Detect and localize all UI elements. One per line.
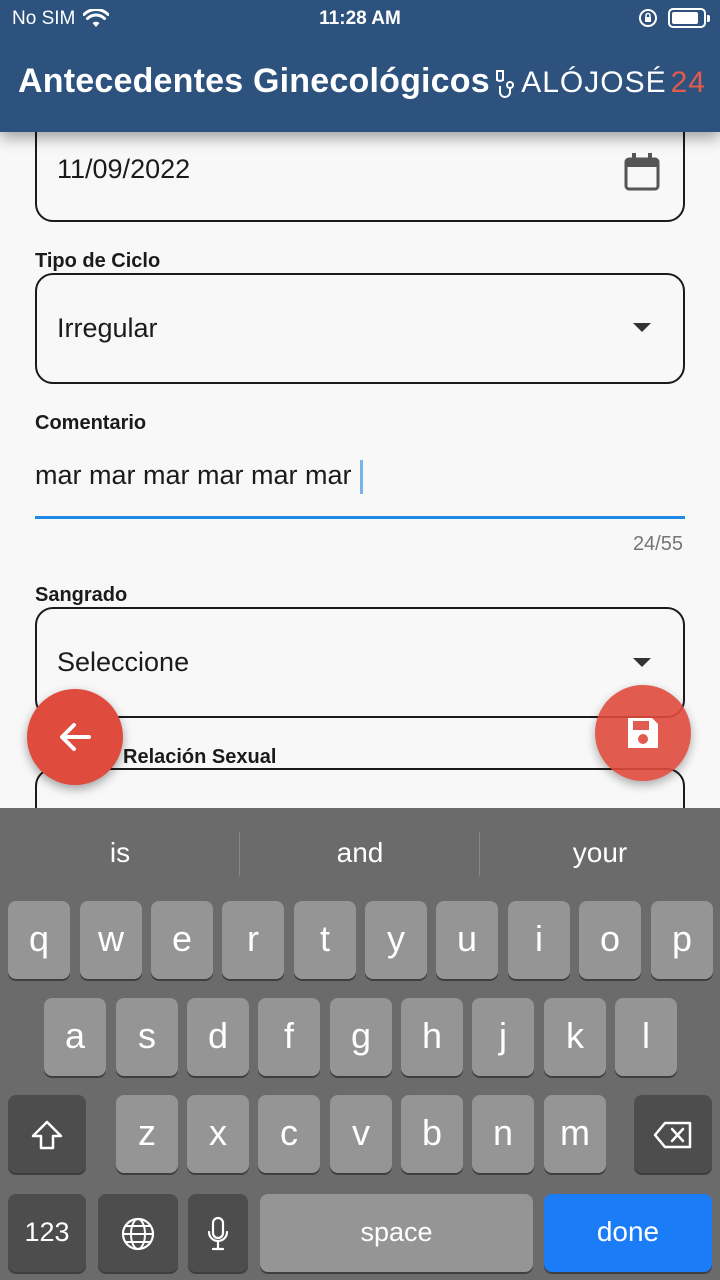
- status-time: 11:28 AM: [319, 8, 401, 29]
- text-cursor: [359, 460, 363, 494]
- key-i[interactable]: i: [508, 901, 570, 979]
- key-a[interactable]: a: [44, 998, 106, 1076]
- key-u[interactable]: u: [436, 901, 498, 979]
- app-screen: No SIM 11:28 AM Antecedentes Ginecológic…: [0, 0, 720, 1280]
- shift-icon: [31, 1121, 63, 1150]
- comentario-label: Comentario: [35, 412, 147, 434]
- globe-icon: [121, 1218, 155, 1251]
- dropdown-arrow-icon: [633, 658, 651, 667]
- key-f[interactable]: f: [258, 998, 320, 1076]
- character-counter: 24/55: [632, 533, 683, 555]
- on-screen-keyboard: is and your q w e r t y u i o p a s d f …: [0, 808, 720, 1280]
- key-k[interactable]: k: [544, 998, 606, 1076]
- key-b[interactable]: b: [401, 1095, 463, 1173]
- key-n[interactable]: n: [472, 1095, 534, 1173]
- key-s[interactable]: s: [116, 998, 178, 1076]
- app-logo: ALÓJOSÉ 24: [493, 66, 706, 100]
- date-value: 11/09/2022: [57, 154, 191, 184]
- key-v[interactable]: v: [330, 1095, 392, 1173]
- sangrado-value: Seleccione: [57, 647, 190, 677]
- app-header: No SIM 11:28 AM Antecedentes Ginecológic…: [0, 0, 720, 132]
- microphone-key[interactable]: [188, 1194, 248, 1272]
- orientation-lock-icon: [639, 9, 657, 27]
- key-e[interactable]: e: [151, 901, 213, 979]
- suggestion-3[interactable]: your: [480, 808, 720, 898]
- suggestion-bar: is and your: [0, 808, 720, 898]
- dropdown-arrow-icon: [633, 323, 651, 332]
- comentario-underline: [35, 516, 685, 519]
- key-h[interactable]: h: [401, 998, 463, 1076]
- key-j[interactable]: j: [472, 998, 534, 1076]
- key-p[interactable]: p: [651, 901, 713, 979]
- logo-text: ALÓJOSÉ: [521, 66, 667, 99]
- sangrado-dropdown[interactable]: Seleccione: [35, 607, 685, 718]
- page-title: Antecedentes Ginecológicos: [18, 62, 490, 100]
- key-q[interactable]: q: [8, 901, 70, 979]
- tipo-ciclo-value: Irregular: [57, 313, 158, 343]
- tipo-ciclo-label: Tipo de Ciclo: [35, 250, 161, 272]
- stethoscope-icon: [496, 70, 515, 98]
- status-bar: No SIM 11:28 AM: [0, 0, 720, 38]
- tipo-ciclo-dropdown[interactable]: Irregular: [35, 273, 685, 384]
- key-y[interactable]: y: [365, 901, 427, 979]
- shift-key[interactable]: [8, 1095, 86, 1173]
- arrow-left-icon: [60, 723, 91, 751]
- globe-key[interactable]: [98, 1194, 178, 1272]
- key-o[interactable]: o: [579, 901, 641, 979]
- numbers-key[interactable]: 123: [8, 1194, 86, 1272]
- suggestion-2[interactable]: and: [240, 808, 480, 898]
- key-w[interactable]: w: [80, 901, 142, 979]
- key-c[interactable]: c: [258, 1095, 320, 1173]
- key-z[interactable]: z: [116, 1095, 178, 1173]
- key-x[interactable]: x: [187, 1095, 249, 1173]
- sangrado-label: Sangrado: [35, 584, 128, 606]
- key-l[interactable]: l: [615, 998, 677, 1076]
- backspace-key[interactable]: [634, 1095, 712, 1173]
- save-button[interactable]: [595, 685, 691, 781]
- comentario-value: mar mar mar mar mar mar: [35, 460, 352, 491]
- floppy-disk-icon: [628, 718, 658, 748]
- calendar-icon[interactable]: [623, 152, 661, 192]
- done-key[interactable]: done: [544, 1194, 712, 1272]
- backspace-icon: [653, 1122, 692, 1149]
- relacion-sexual-label: Relación Sexual: [123, 746, 277, 768]
- key-t[interactable]: t: [294, 901, 356, 979]
- back-button[interactable]: [27, 689, 123, 785]
- battery-icon: [668, 8, 710, 28]
- key-g[interactable]: g: [330, 998, 392, 1076]
- key-r[interactable]: r: [222, 901, 284, 979]
- space-key[interactable]: space: [260, 1194, 533, 1272]
- key-d[interactable]: d: [187, 998, 249, 1076]
- logo-number: 24: [670, 66, 706, 99]
- suggestion-1[interactable]: is: [0, 808, 240, 898]
- comentario-input[interactable]: mar mar mar mar mar mar: [35, 460, 363, 494]
- key-m[interactable]: m: [544, 1095, 606, 1173]
- microphone-icon: [207, 1217, 229, 1251]
